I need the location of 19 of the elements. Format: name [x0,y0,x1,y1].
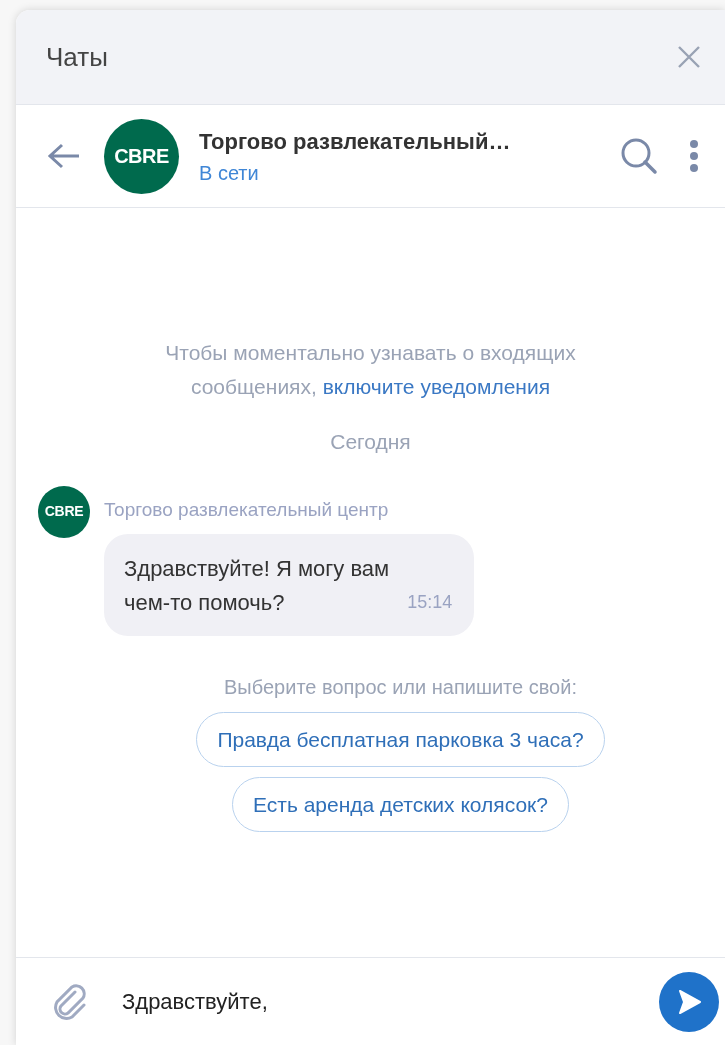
message-text: Здравствуйте! Я могу вам [124,555,390,583]
message-input[interactable]: Здравствуйте, [122,985,659,1018]
play-icon [676,987,702,1016]
search-icon [620,137,658,175]
avatar-logo-text: CBRE [44,502,84,521]
enable-notifications-link[interactable]: включите уведомления [322,375,551,398]
panel-title: Чаты [46,40,109,74]
back-arrow-icon [47,142,81,170]
notification-notice: Чтобы моментально узнавать о входящих сообщениях, включите уведомления [164,340,577,400]
date-divider: Сегодня [330,429,411,455]
avatar-logo-text: CBRE [114,144,169,169]
close-icon [676,44,702,70]
message-time: 15:14 [407,591,453,614]
suggestions-prompt: Выберите вопрос или напишите свой: [224,675,577,700]
message-text: чем-то помочь? [124,589,286,617]
online-status: В сети [199,160,260,186]
sender-name: Торгово развлекательный центр [104,497,389,522]
chat-name: Торгово развлекательный… [199,127,512,156]
paperclip-icon [52,982,88,1021]
